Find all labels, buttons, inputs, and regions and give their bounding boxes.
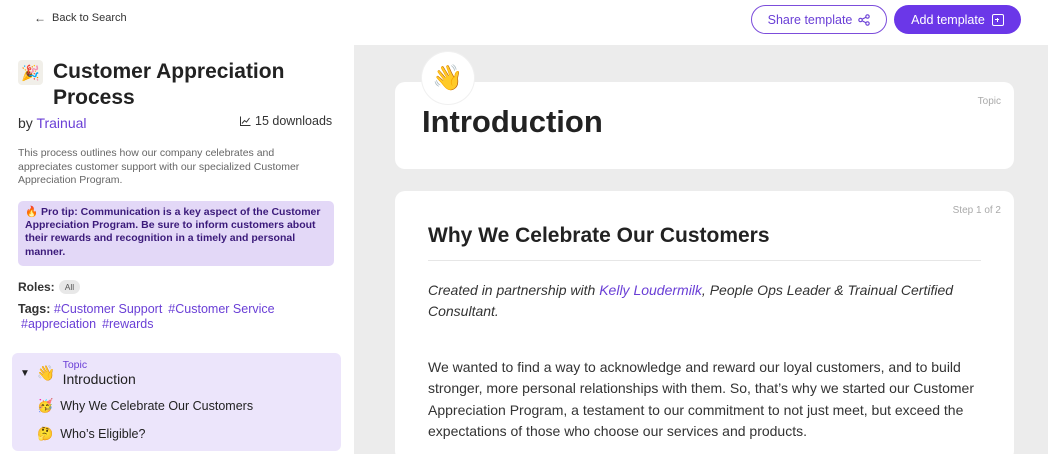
caret-down-icon: ▼: [20, 367, 30, 379]
pro-tip-box: 🔥 Pro tip: Communication is a key aspect…: [18, 201, 334, 266]
template-sidebar: 🎉 Customer Appreciation Process by Train…: [0, 45, 354, 454]
roles-label: Roles:: [18, 280, 55, 294]
tags-row: Tags: #Customer Support #Customer Service…: [18, 302, 338, 332]
credit-person-link[interactable]: Kelly Loudermilk: [599, 282, 702, 298]
share-label: Share template: [767, 12, 853, 27]
template-description: This process outlines how our company ce…: [18, 147, 300, 186]
step-counter: Step 1 of 2: [952, 205, 1001, 216]
tag-link[interactable]: #Customer Support: [54, 302, 162, 316]
by-prefix: by: [18, 115, 33, 131]
template-outline: ▼ 👋 Topic Introduction 🥳 Why We Celebrat…: [12, 353, 341, 451]
thinking-face-icon: 🤔: [37, 426, 54, 441]
content-area[interactable]: Topic Introduction 👋 Step 1 of 2 Why We …: [354, 45, 1048, 454]
byline: by Trainual: [18, 115, 87, 131]
chart-icon: [240, 116, 251, 126]
add-template-button[interactable]: Add template: [894, 5, 1021, 34]
step-card: Step 1 of 2 Why We Celebrate Our Custome…: [395, 191, 1014, 454]
divider: [428, 260, 981, 261]
outline-step-why-we-celebrate[interactable]: 🥳 Why We Celebrate Our Customers: [37, 398, 253, 414]
topic-title: Introduction: [422, 104, 603, 139]
plus-square-icon: [991, 13, 1004, 26]
share-template-button[interactable]: Share template: [751, 5, 887, 34]
arrow-left-icon: ←: [34, 11, 46, 25]
role-pill: All: [58, 280, 81, 294]
tags-label: Tags:: [18, 302, 51, 316]
waving-hand-icon: 👋: [36, 365, 56, 382]
template-title: Customer Appreciation Process: [53, 60, 285, 109]
credit-prefix: Created in partnership with: [428, 282, 600, 298]
outline-step-whos-eligible[interactable]: 🤔 Who’s Eligible?: [37, 426, 145, 442]
tag-link[interactable]: #rewards: [102, 317, 153, 331]
outline-type-label: Topic: [62, 359, 88, 371]
tag-link[interactable]: #appreciation: [21, 317, 96, 331]
title-row: 🎉 Customer Appreciation Process: [18, 59, 343, 111]
tag-link[interactable]: #Customer Service: [168, 302, 274, 316]
add-label: Add template: [911, 12, 985, 27]
downloads-label: 15 downloads: [255, 114, 333, 128]
topic-card: Topic Introduction: [395, 82, 1014, 169]
roles-row: Roles: All: [18, 280, 81, 294]
author-link[interactable]: Trainual: [36, 115, 86, 131]
share-icon: [858, 13, 871, 26]
party-popper-icon: 🎉: [18, 60, 43, 85]
credit-line: Created in partnership with Kelly Louder…: [428, 280, 968, 322]
outline-step-label: Why We Celebrate Our Customers: [60, 399, 254, 413]
partying-face-icon: 🥳: [37, 398, 54, 413]
step-title: Why We Celebrate Our Customers: [428, 224, 770, 247]
outline-topic-introduction[interactable]: ▼ 👋 Topic Introduction: [20, 359, 136, 387]
outline-step-label: Who’s Eligible?: [60, 427, 146, 441]
topic-label: Topic: [977, 96, 1001, 107]
waving-hand-icon: 👋: [422, 52, 474, 104]
outline-topic-title: Introduction: [62, 371, 136, 387]
back-to-search-link[interactable]: ← Back to Search: [34, 12, 127, 24]
back-label: Back to Search: [52, 12, 127, 24]
downloads-count: 15 downloads: [240, 114, 332, 128]
top-bar: ← Back to Search Share template Add temp…: [0, 0, 1048, 45]
step-body-paragraph: We wanted to find a way to acknowledge a…: [428, 359, 974, 439]
